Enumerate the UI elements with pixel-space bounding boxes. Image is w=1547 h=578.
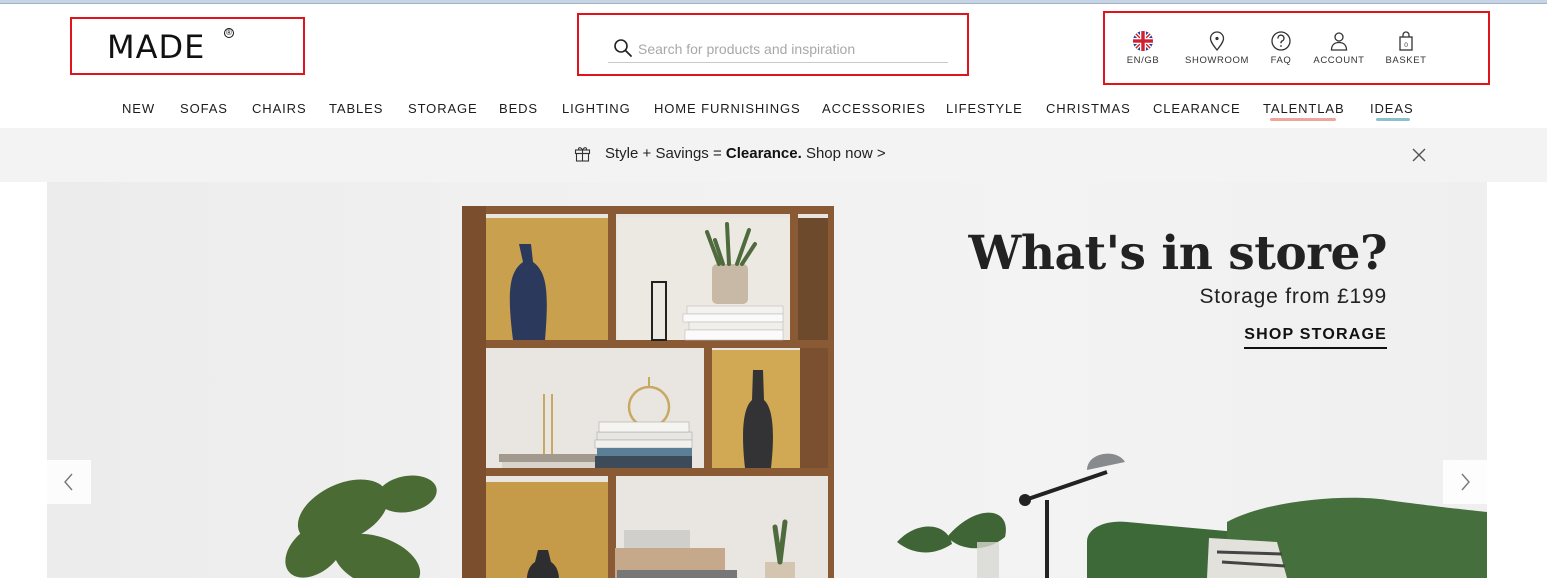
language-label: EN/GB	[1126, 55, 1160, 66]
nav-item-new[interactable]: NEW	[122, 101, 155, 116]
carousel-next-button[interactable]	[1443, 460, 1487, 504]
nav-item-ideas[interactable]: IDEAS	[1370, 101, 1414, 116]
talentlab-underline	[1270, 118, 1336, 121]
showroom-label: SHOWROOM	[1185, 55, 1249, 66]
user-icon	[1330, 32, 1348, 51]
nav-item-accessories[interactable]: ACCESSORIES	[822, 101, 926, 116]
search-input[interactable]	[638, 38, 938, 60]
promo-shop-now[interactable]: Shop now >	[802, 145, 886, 162]
chevron-left-icon	[64, 473, 73, 491]
faq-link[interactable]: FAQ	[1265, 30, 1297, 70]
nav-item-lighting[interactable]: LIGHTING	[562, 101, 631, 116]
hero-title: What's in store?	[968, 226, 1388, 281]
nav-item-lifestyle[interactable]: LIFESTYLE	[946, 101, 1023, 116]
promo-bold: Clearance.	[725, 145, 802, 162]
promo-banner[interactable]: Style + Savings = Clearance. Shop now >	[0, 128, 1547, 182]
faq-label: FAQ	[1270, 55, 1292, 66]
gift-icon	[574, 147, 591, 162]
nav-item-talentlab[interactable]: TALENTLAB	[1263, 101, 1345, 116]
account-label: ACCOUNT	[1313, 55, 1365, 66]
site-logo[interactable]: MADE	[107, 30, 205, 64]
nav-item-christmas[interactable]: CHRISTMAS	[1046, 101, 1131, 116]
shop-storage-link[interactable]: SHOP STORAGE	[1244, 326, 1387, 349]
hero-subtitle: Storage from £199	[1199, 285, 1387, 308]
close-icon[interactable]	[1410, 146, 1428, 164]
uk-flag-icon	[1133, 31, 1153, 51]
nav-item-beds[interactable]: BEDS	[499, 101, 538, 116]
search-icon[interactable]	[613, 38, 633, 58]
nav-item-storage[interactable]: STORAGE	[408, 101, 478, 116]
nav-item-tables[interactable]: TABLES	[329, 101, 383, 116]
nav-item-chairs[interactable]: CHAIRS	[252, 101, 307, 116]
logo-registered-mark: ®	[224, 28, 234, 38]
search-bar[interactable]	[608, 36, 948, 63]
language-selector[interactable]: EN/GB	[1122, 30, 1164, 70]
carousel-prev-button[interactable]	[47, 460, 91, 504]
account-link[interactable]: ACCOUNT	[1309, 30, 1369, 70]
showroom-link[interactable]: SHOWROOM	[1181, 30, 1253, 70]
promo-prefix: Style + Savings =	[605, 145, 726, 162]
nav-item-clearance[interactable]: CLEARANCE	[1153, 101, 1241, 116]
question-circle-icon	[1271, 31, 1291, 51]
location-pin-icon	[1209, 31, 1225, 52]
basket-link[interactable]: 0 BASKET	[1382, 30, 1430, 70]
nav-item-sofas[interactable]: SOFAS	[180, 101, 228, 116]
ideas-underline	[1376, 118, 1410, 121]
hero-banner[interactable]: What's in store? Storage from £199 SHOP …	[47, 182, 1487, 578]
window-top-edge	[0, 0, 1547, 4]
shopping-bag-icon: 0	[1399, 31, 1413, 51]
nav-item-home-furnishings[interactable]: HOME FURNISHINGS	[654, 101, 801, 116]
basket-label: BASKET	[1385, 55, 1427, 66]
basket-count: 0	[1404, 42, 1408, 49]
promo-text[interactable]: Style + Savings = Clearance. Shop now >	[605, 145, 886, 162]
chevron-right-icon	[1461, 473, 1470, 491]
main-nav: NEW SOFAS CHAIRS TABLES STORAGE BEDS LIG…	[0, 98, 1547, 121]
